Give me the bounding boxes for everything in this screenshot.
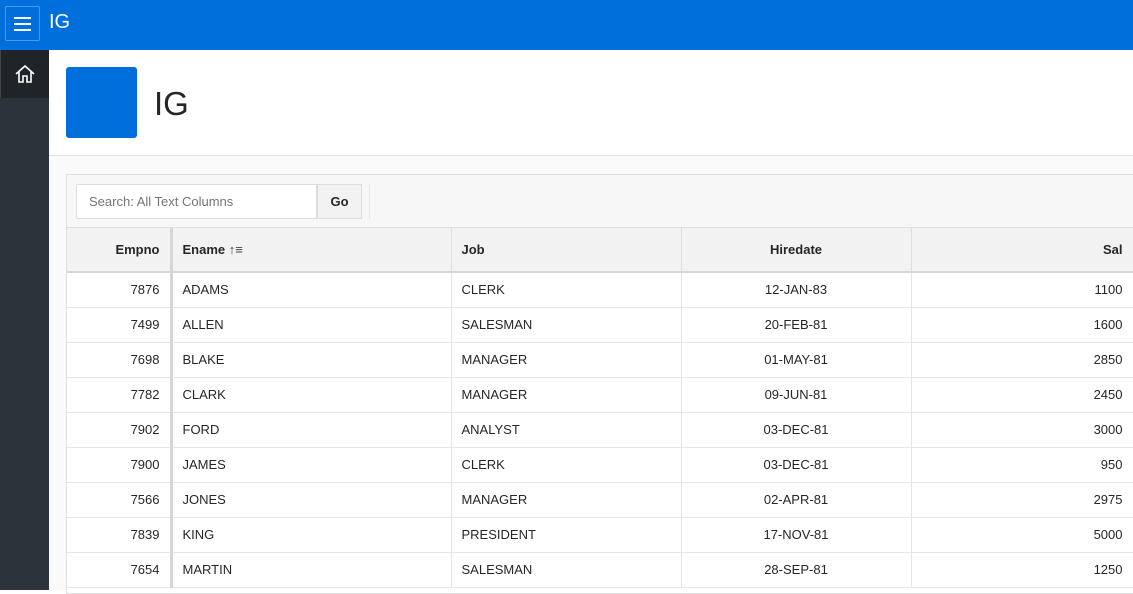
cell-hiredate[interactable]: 17-NOV-81 <box>681 517 912 553</box>
cell-empno[interactable]: 7839 <box>67 517 173 553</box>
cell-hiredate[interactable]: 12-JAN-83 <box>681 272 912 308</box>
cell-ename[interactable]: KING <box>171 517 452 553</box>
cell-ename[interactable]: JAMES <box>171 447 452 483</box>
cell-sal[interactable]: 2850 <box>911 342 1133 378</box>
cell-hiredate[interactable]: 28-SEP-81 <box>681 552 912 588</box>
cell-job[interactable]: MANAGER <box>451 342 682 378</box>
sort-ascending-icon: ↑≡ <box>228 242 243 257</box>
cell-sal[interactable]: 2975 <box>911 482 1133 518</box>
cell-sal[interactable]: 2450 <box>911 377 1133 413</box>
cell-empno[interactable]: 7876 <box>67 272 173 308</box>
top-bar: IG <box>0 0 1133 50</box>
cell-sal[interactable]: 1600 <box>911 307 1133 343</box>
menu-toggle-button[interactable] <box>5 6 40 41</box>
cell-job[interactable]: ANALYST <box>451 412 682 448</box>
page-icon <box>66 67 137 138</box>
page-title: IG <box>154 85 189 122</box>
hamburger-icon <box>14 16 31 19</box>
cell-hiredate[interactable]: 20-FEB-81 <box>681 307 912 343</box>
cell-sal[interactable]: 5000 <box>911 517 1133 553</box>
cell-ename[interactable]: ALLEN <box>171 307 452 343</box>
cell-hiredate[interactable]: 09-JUN-81 <box>681 377 912 413</box>
cell-empno[interactable]: 7782 <box>67 377 173 413</box>
cell-job[interactable]: MANAGER <box>451 482 682 518</box>
cell-empno[interactable]: 7654 <box>67 552 173 588</box>
cell-empno[interactable]: 7900 <box>67 447 173 483</box>
cell-hiredate[interactable]: 02-APR-81 <box>681 482 912 518</box>
table-row[interactable]: 7876 ADAMS CLERK 12-JAN-83 1100 <box>67 272 1133 308</box>
cell-ename[interactable]: MARTIN <box>171 552 452 588</box>
cell-empno[interactable]: 7698 <box>67 342 173 378</box>
cell-sal[interactable]: 1100 <box>911 272 1133 308</box>
app-title[interactable]: IG <box>49 11 70 34</box>
cell-job[interactable]: MANAGER <box>451 377 682 413</box>
page-header: IG <box>49 50 1133 156</box>
cell-job[interactable]: PRESIDENT <box>451 517 682 553</box>
main-content: IG Go Empno Ename ↑≡ Job Hiredate Sal 78… <box>49 50 1133 594</box>
cell-job[interactable]: CLERK <box>451 447 682 483</box>
data-table: Empno Ename ↑≡ Job Hiredate Sal 7876 ADAM… <box>67 228 1133 588</box>
column-header-hiredate[interactable]: Hiredate <box>681 228 912 273</box>
interactive-grid: Go Empno Ename ↑≡ Job Hiredate Sal 7876A… <box>66 174 1133 594</box>
cell-job[interactable]: CLERK <box>451 272 682 308</box>
cell-hiredate[interactable]: 01-MAY-81 <box>681 342 912 378</box>
cell-empno[interactable]: 7566 <box>67 482 173 518</box>
cell-ename[interactable]: FORD <box>171 412 452 448</box>
table-row[interactable]: 7839 KING PRESIDENT 17-NOV-81 5000 <box>67 517 1133 553</box>
column-header-ename[interactable]: Ename ↑≡ <box>171 228 452 273</box>
cell-job[interactable]: SALESMAN <box>451 552 682 588</box>
cell-sal[interactable]: 950 <box>911 447 1133 483</box>
cell-hiredate[interactable]: 03-DEC-81 <box>681 447 912 483</box>
cell-job[interactable]: SALESMAN <box>451 307 682 343</box>
table-row[interactable]: 7654 MARTIN SALESMAN 28-SEP-81 1250 <box>67 552 1133 588</box>
cell-ename[interactable]: CLARK <box>171 377 452 413</box>
column-header-sal[interactable]: Sal <box>911 228 1133 273</box>
table-row[interactable]: 7499 ALLEN SALESMAN 20-FEB-81 1600 <box>67 307 1133 343</box>
go-button[interactable]: Go <box>317 184 362 219</box>
cell-empno[interactable]: 7499 <box>67 307 173 343</box>
column-header-empno[interactable]: Empno <box>67 228 173 273</box>
toolbar-divider <box>369 184 370 219</box>
cell-empno[interactable]: 7902 <box>67 412 173 448</box>
cell-sal[interactable]: 3000 <box>911 412 1133 448</box>
cell-ename[interactable]: BLAKE <box>171 342 452 378</box>
home-icon <box>15 64 35 83</box>
table-row[interactable]: 7902 FORD ANALYST 03-DEC-81 3000 <box>67 412 1133 448</box>
cell-sal[interactable]: 1250 <box>911 552 1133 588</box>
cell-hiredate[interactable]: 03-DEC-81 <box>681 412 912 448</box>
table-row[interactable]: 7782 CLARK MANAGER 09-JUN-81 2450 <box>67 377 1133 413</box>
cell-ename[interactable]: ADAMS <box>171 272 452 308</box>
column-header-job[interactable]: Job <box>451 228 682 273</box>
table-row[interactable]: 7900 JAMES CLERK 03-DEC-81 950 <box>67 447 1133 483</box>
sidebar <box>0 50 49 590</box>
grid-toolbar: Go <box>67 175 1133 228</box>
table-row[interactable]: 7566 JONES MANAGER 02-APR-81 2975 <box>67 482 1133 518</box>
table-row[interactable]: 7698 BLAKE MANAGER 01-MAY-81 2850 <box>67 342 1133 378</box>
search-input[interactable] <box>76 184 317 219</box>
sidebar-item-home[interactable] <box>0 50 49 98</box>
column-label: Ename <box>182 242 226 257</box>
cell-ename[interactable]: JONES <box>171 482 452 518</box>
